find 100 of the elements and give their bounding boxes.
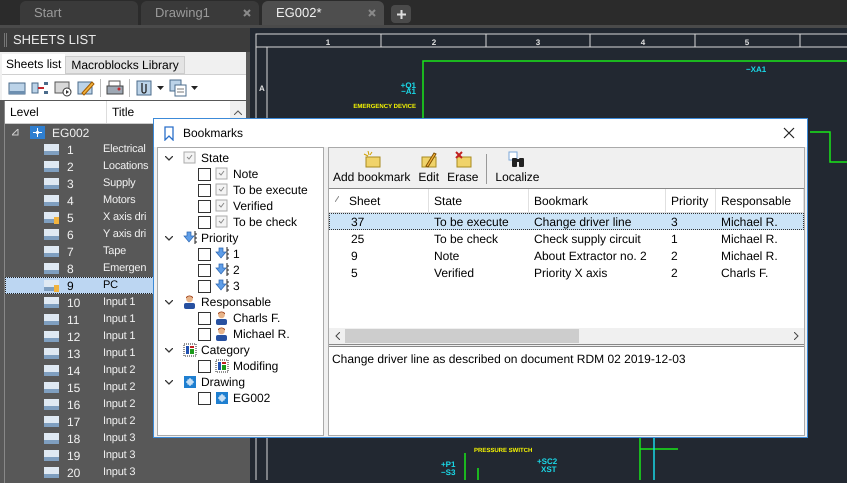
sheet-title: Electrical	[103, 142, 146, 158]
new-tab-button[interactable]	[391, 5, 411, 23]
column-header[interactable]: Responsable	[716, 189, 804, 212]
sheet-number: 14	[67, 362, 82, 380]
sheet-number: 17	[67, 414, 82, 430]
filter-group[interactable]: Category	[201, 341, 250, 359]
sheet-title: Input 3	[103, 448, 136, 464]
device-tag: +SC2	[537, 457, 558, 466]
edit-icon	[420, 151, 438, 168]
sheet-number: 9	[67, 278, 75, 294]
table-cell-text: Change driver line	[533, 214, 632, 230]
sheet-title: Input 2	[103, 397, 136, 412]
table-row[interactable]: 25 To be check Check supply circuit 1 Michael R.	[329, 230, 804, 247]
collapse-icon[interactable]	[165, 156, 173, 160]
filter-option: Modifing	[233, 357, 278, 375]
checkbox[interactable]	[198, 328, 211, 340]
copy-dropdown[interactable]	[169, 78, 198, 96]
document-tab[interactable]: Start	[20, 1, 138, 25]
checkbox-icon	[183, 151, 197, 165]
table-cell-text: To be check	[433, 230, 500, 248]
checkbox[interactable]	[198, 280, 211, 292]
add-icon	[362, 151, 381, 168]
checkbox[interactable]	[198, 200, 211, 212]
attachment-dropdown[interactable]	[135, 78, 164, 96]
grid-icon	[215, 359, 229, 373]
sheet-number: 3	[67, 176, 75, 192]
filter-group[interactable]: Priority	[201, 229, 238, 247]
panel-tab[interactable]: Sheets list	[2, 54, 66, 74]
sheet-number: 7	[67, 244, 75, 260]
sheet-number: 15	[67, 380, 82, 396]
copy-icon	[169, 78, 187, 96]
panel-tab[interactable]: Macroblocks Library	[65, 56, 185, 74]
arrow-down-icon	[215, 247, 229, 261]
collapse-icon[interactable]	[165, 236, 173, 240]
column-header[interactable]: Bookmark	[529, 189, 666, 212]
table-cell-text: 3	[670, 214, 679, 230]
toolbar-button[interactable]: Edit	[416, 151, 442, 186]
sheet-title: Input 2	[103, 363, 136, 378]
pencil-icon[interactable]	[77, 78, 95, 96]
plus-icon	[396, 10, 406, 18]
checkbox[interactable]	[198, 392, 211, 404]
sheet-title: Locations	[103, 159, 148, 174]
person-icon	[215, 311, 229, 325]
document-tab[interactable]: EG002*	[262, 1, 384, 25]
checkbox[interactable]	[198, 264, 211, 276]
sheet-number: 1	[67, 142, 75, 158]
sheet-row[interactable]: 17 Input 2	[5, 413, 246, 430]
sheet-number: 16	[67, 396, 82, 414]
column-header[interactable]: Sheet	[329, 189, 429, 212]
sheet-title: Input 3	[103, 431, 136, 446]
bus-line	[653, 437, 655, 480]
sheet-number: 12	[67, 328, 82, 346]
device-tag: −S3	[441, 468, 456, 477]
sheet-row[interactable]: 20 Input 3	[5, 464, 246, 481]
column-header[interactable]: Level	[5, 101, 107, 123]
column-header[interactable]: State	[429, 189, 529, 212]
collapse-icon[interactable]	[165, 348, 173, 352]
grip-icon[interactable]	[4, 33, 7, 47]
checkbox[interactable]	[198, 216, 211, 228]
bookmark-icon	[164, 126, 174, 140]
table-row[interactable]: 37 To be execute Change driver line 3 Michael R.	[329, 213, 804, 230]
table-cell-text: 9	[350, 248, 359, 264]
tree-node[interactable]: EG002	[52, 124, 90, 142]
sheet-row[interactable]: 19 Input 3	[5, 447, 246, 464]
sheet-title: Motors	[103, 193, 136, 208]
caret-icon	[157, 86, 164, 90]
sheet-row[interactable]: 18 Input 3	[5, 430, 246, 447]
filter-option: 1	[233, 245, 240, 263]
filter-group[interactable]: Drawing	[201, 373, 246, 391]
table-cell-text: Charls F.	[720, 264, 770, 282]
toolbar-button[interactable]: Erase	[445, 151, 480, 186]
printer-icon[interactable]	[106, 78, 124, 96]
wire-line	[464, 452, 479, 480]
close-icon[interactable]	[243, 9, 251, 17]
filter-group[interactable]: State	[201, 149, 230, 167]
collapse-icon[interactable]	[165, 380, 173, 384]
checkbox[interactable]	[198, 312, 211, 324]
column-number: 4	[640, 38, 646, 47]
collapse-icon[interactable]	[165, 300, 173, 304]
scrollbar-thumb[interactable]	[345, 329, 579, 343]
table-row[interactable]: 5 Verified Priority X axis 2 Charls F.	[329, 264, 804, 281]
checkbox[interactable]	[198, 360, 211, 372]
checkbox-icon	[215, 215, 229, 229]
checkbox[interactable]	[198, 168, 211, 180]
sheet-title: Input 1	[103, 346, 136, 362]
checkbox[interactable]	[198, 248, 211, 260]
toolbar-button[interactable]: Localize	[493, 151, 542, 186]
blueprint-icon	[30, 126, 45, 139]
filter-option: Note	[233, 165, 258, 183]
document-tab[interactable]: Drawing1	[141, 1, 259, 25]
play-sheet-icon[interactable]	[54, 78, 72, 96]
table-cell-text: To be execute	[433, 214, 510, 230]
column-number: 1	[326, 38, 330, 47]
checkbox-icon	[215, 183, 229, 197]
checkbox[interactable]	[198, 184, 211, 196]
sheet-number: 18	[67, 430, 82, 448]
filter-group[interactable]: Responsable	[201, 293, 272, 311]
column-header[interactable]: Priority	[666, 189, 716, 212]
toolbar-button[interactable]: Add bookmark	[331, 151, 412, 186]
table-row[interactable]: 9 Note About Extractor no. 2 2 Michael R.	[329, 247, 804, 264]
